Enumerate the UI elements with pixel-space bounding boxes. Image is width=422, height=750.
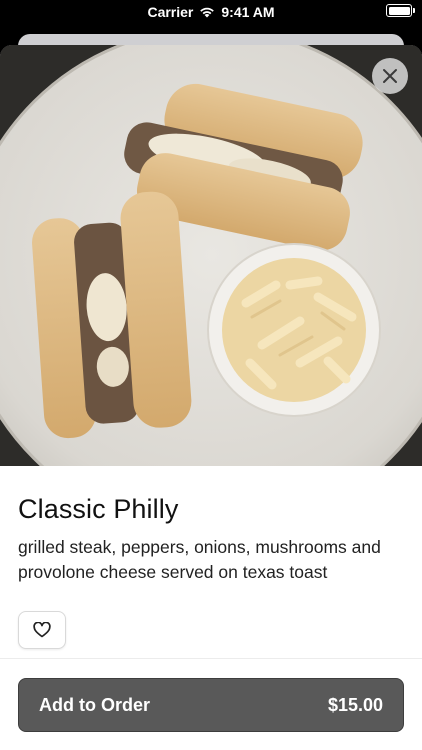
item-photo xyxy=(0,45,422,466)
item-title: Classic Philly xyxy=(18,494,179,524)
status-bar: Carrier 9:41 AM xyxy=(0,0,422,26)
close-button[interactable] xyxy=(372,58,408,94)
add-to-order-label: Add to Order xyxy=(39,694,150,715)
carrier-label: Carrier xyxy=(147,4,194,20)
wifi-icon xyxy=(200,7,215,18)
add-to-order-button[interactable]: Add to Order $15.00 xyxy=(18,678,404,732)
status-time: 9:41 AM xyxy=(221,4,275,20)
battery-icon xyxy=(386,4,415,17)
heart-icon xyxy=(33,622,51,638)
item-detail-sheet: Classic Philly grilled steak, peppers, o… xyxy=(0,45,422,750)
price-label: $15.00 xyxy=(327,694,383,715)
divider xyxy=(0,658,422,659)
item-description: grilled steak, peppers, onions, mushroom… xyxy=(18,537,381,582)
favorite-button[interactable] xyxy=(18,611,66,649)
close-icon xyxy=(383,69,397,83)
